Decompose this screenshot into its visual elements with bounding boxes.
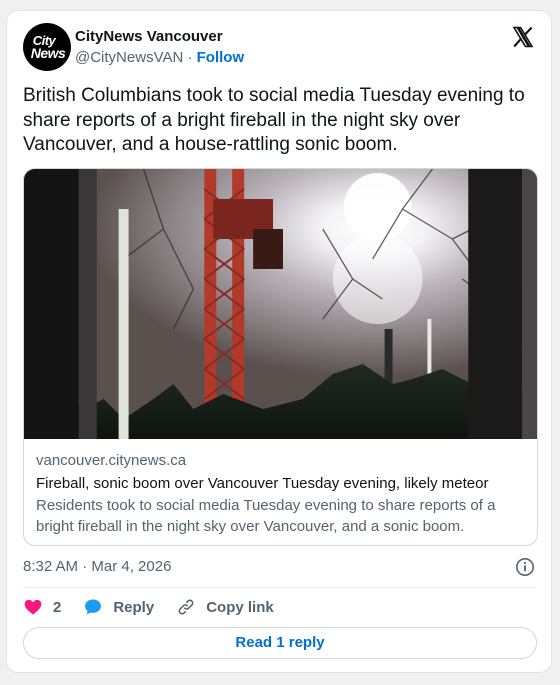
reply-label: Reply <box>113 598 155 616</box>
follow-button[interactable]: Follow <box>197 49 245 66</box>
link-title: Fireball, sonic boom over Vancouver Tues… <box>36 475 489 492</box>
tweet-header: City News CityNews Vancouver @CityNewsVA… <box>23 23 535 73</box>
tweet-text: British Columbians took to social media … <box>23 85 525 155</box>
handle-separator: · <box>187 49 193 66</box>
divider <box>23 587 535 588</box>
link-preview-meta: vancouver.citynews.ca Fireball, sonic bo… <box>36 449 525 537</box>
link-icon <box>178 599 194 615</box>
author-handle-line: @CityNewsVAN · Follow <box>75 47 244 69</box>
link-preview-card[interactable]: vancouver.citynews.ca Fireball, sonic bo… <box>23 168 538 546</box>
read-replies-button[interactable]: Read 1 reply <box>23 627 537 659</box>
tweet-card: City News CityNews Vancouver @CityNewsVA… <box>6 10 552 673</box>
reply-bubble-icon <box>85 599 102 615</box>
info-icon[interactable] <box>515 557 535 577</box>
tweet-timestamp[interactable]: 8:32 AM · Mar 4, 2026 <box>23 558 171 575</box>
x-logo-icon[interactable] <box>511 25 535 49</box>
link-preview-image <box>24 169 537 439</box>
like-count: 2 <box>53 598 62 616</box>
link-domain: vancouver.citynews.ca <box>36 452 187 469</box>
heart-icon <box>24 599 42 615</box>
author-info: CityNews Vancouver @CityNewsVAN · Follow <box>75 27 244 69</box>
link-description: Residents took to social media Tuesday e… <box>36 497 496 535</box>
author-handle[interactable]: @CityNewsVAN <box>75 49 183 66</box>
like-button[interactable]: 2 <box>23 597 61 617</box>
reply-button[interactable]: Reply <box>83 597 154 617</box>
avatar[interactable]: City News <box>23 23 71 71</box>
tweet-actions: 2 Reply Copy link <box>23 595 296 619</box>
copy-link-button[interactable]: Copy link <box>176 597 274 617</box>
author-display-name[interactable]: CityNews Vancouver <box>75 27 244 47</box>
avatar-logo-text-news: News <box>30 45 66 61</box>
copy-link-label: Copy link <box>206 598 274 616</box>
tweet-meta: 8:32 AM · Mar 4, 2026 <box>23 555 535 579</box>
